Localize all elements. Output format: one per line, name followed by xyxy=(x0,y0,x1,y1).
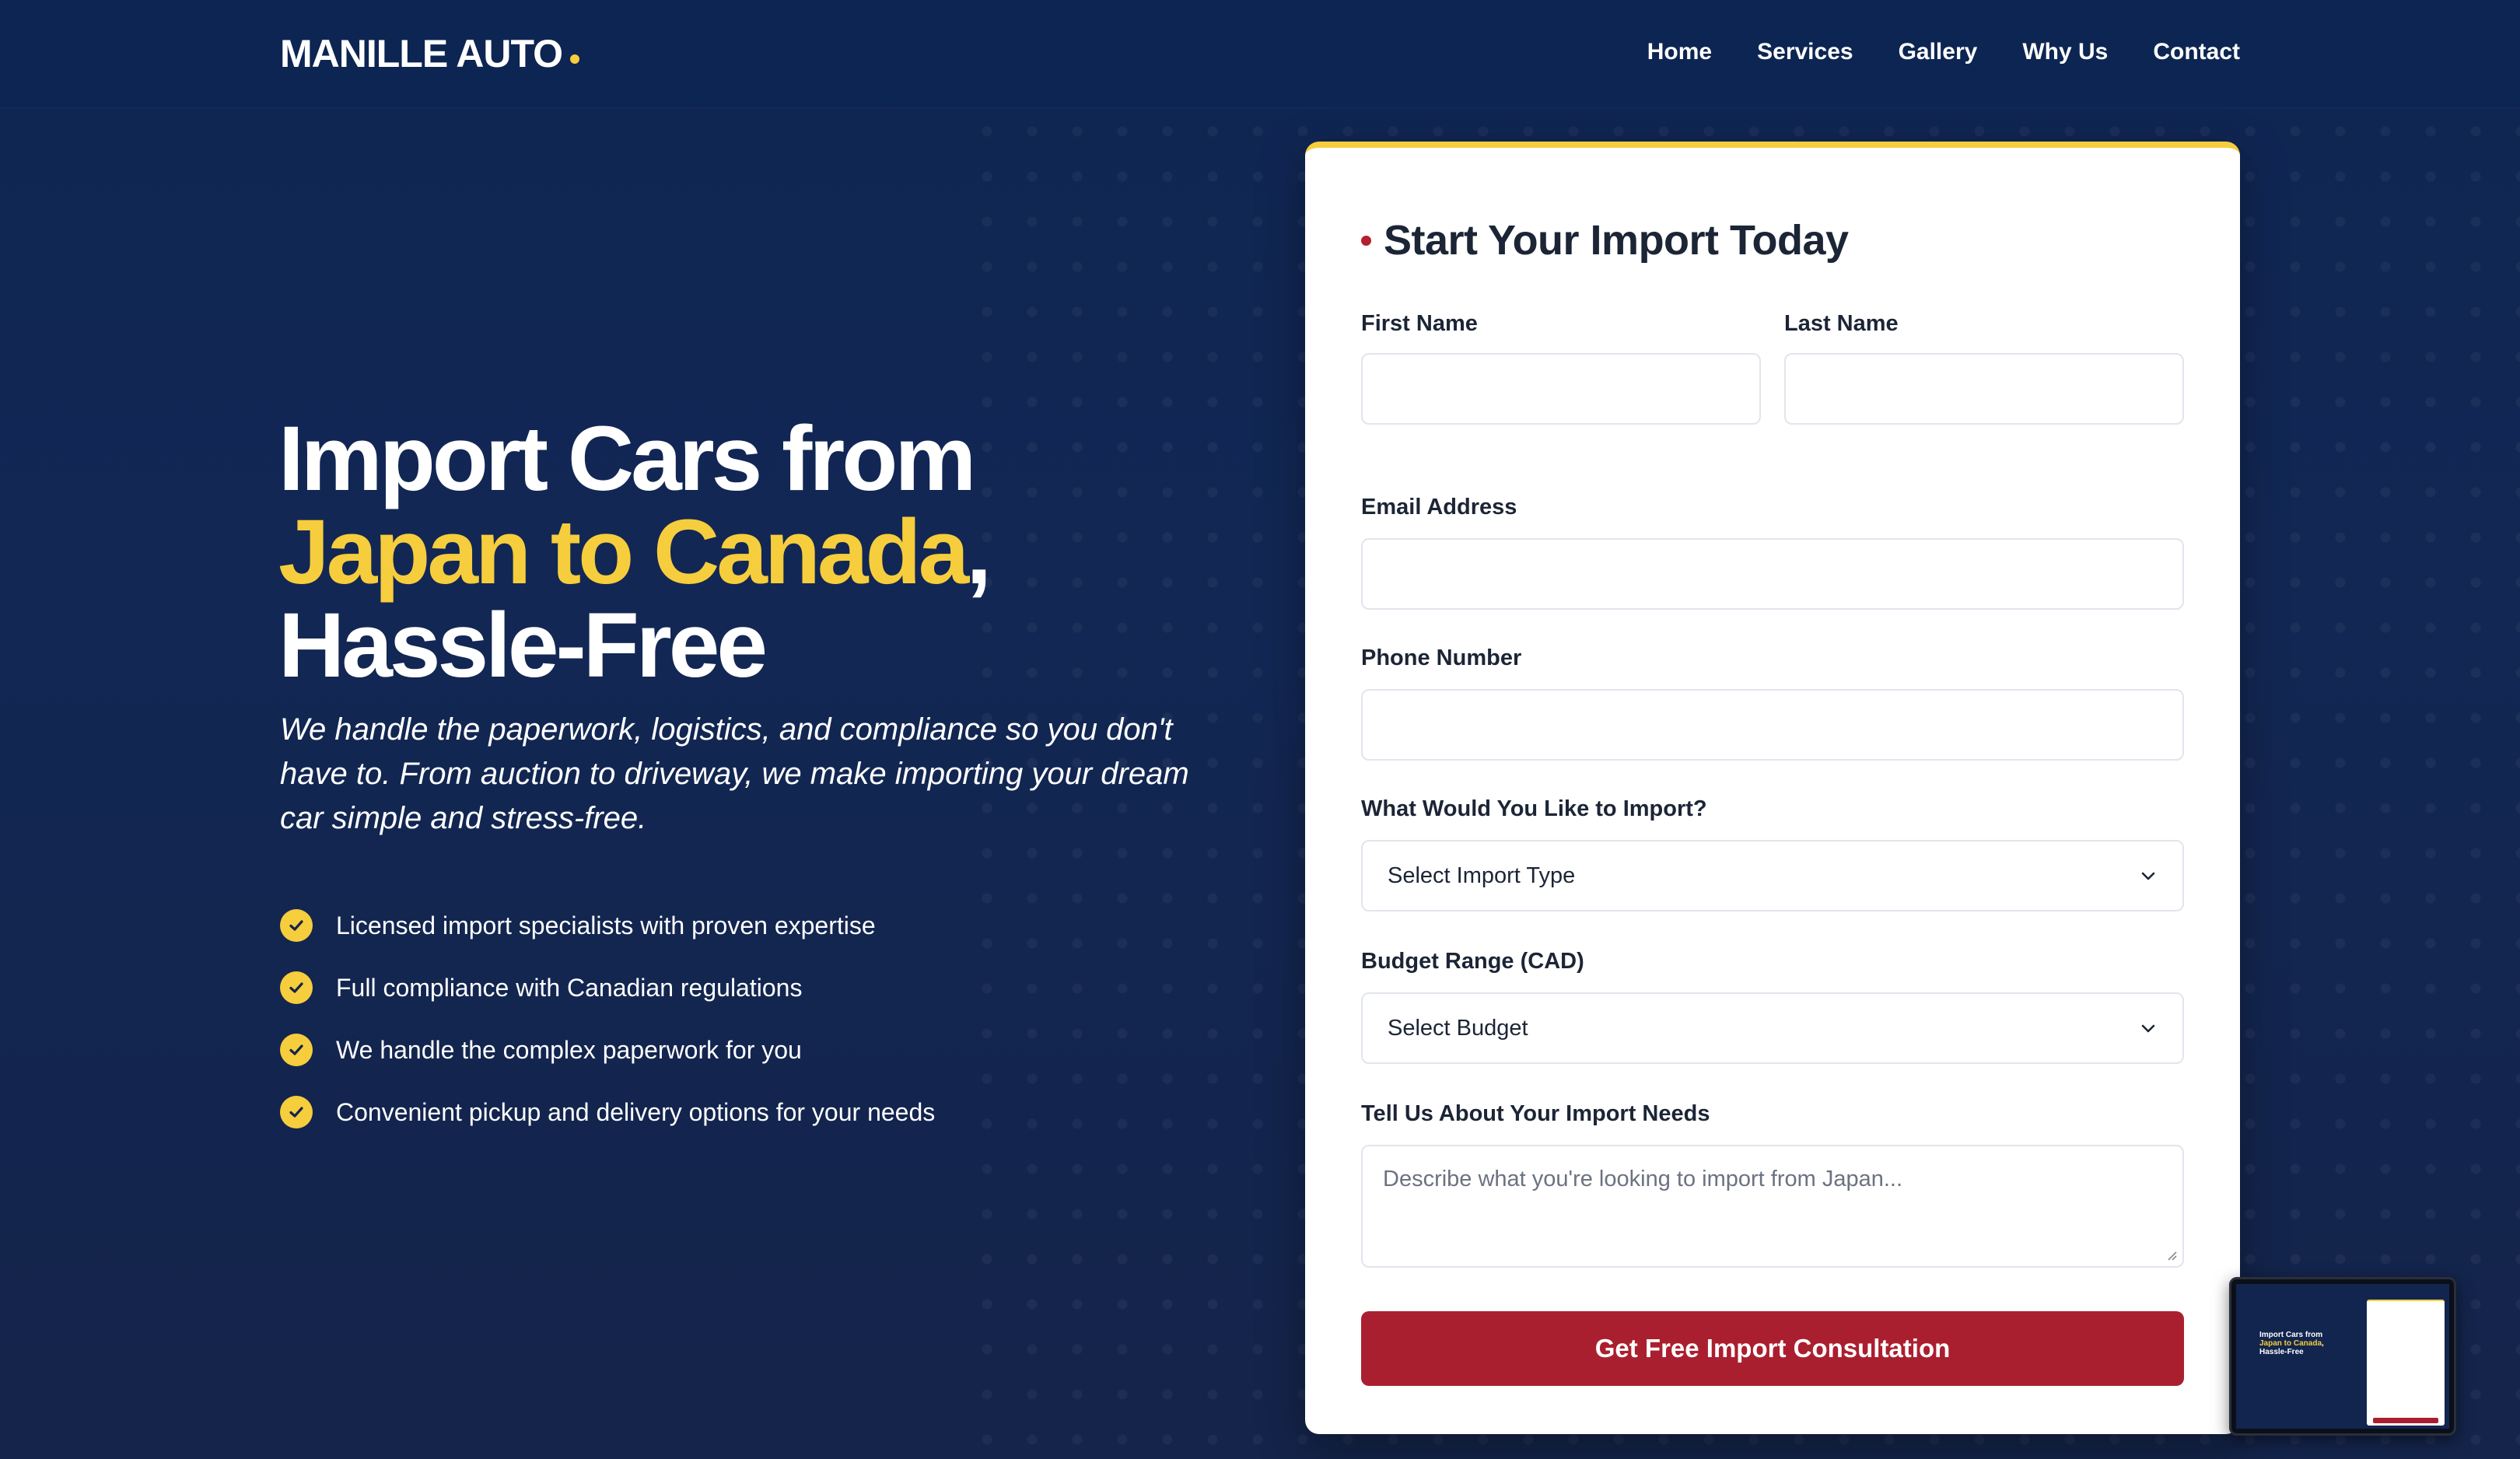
top-navbar: MANILLE AUTO Home Services Gallery Why U… xyxy=(0,0,2520,109)
feature-item: Convenient pickup and delivery options f… xyxy=(280,1081,935,1143)
import-type-select[interactable]: Select Import Type xyxy=(1361,840,2184,911)
hero-headline: Import Cars from Japan to Canada, Hassle… xyxy=(278,412,1290,692)
phone-label: Phone Number xyxy=(1361,646,1522,670)
feature-text: Licensed import specialists with proven … xyxy=(336,911,876,939)
preview-submit xyxy=(2373,1418,2438,1423)
import-type-label: What Would You Like to Import? xyxy=(1361,796,1707,821)
brand-logo[interactable]: MANILLE AUTO xyxy=(280,31,579,76)
nav-link-contact[interactable]: Contact xyxy=(2153,39,2240,65)
email-field[interactable] xyxy=(1361,538,2184,610)
preview-headline-comma: , xyxy=(2322,1339,2324,1348)
red-dot-icon xyxy=(1361,235,1371,246)
preview-headline: Import Cars from Japan to Canada, Hassle… xyxy=(2259,1331,2329,1356)
feature-item: Licensed import specialists with proven … xyxy=(280,894,935,957)
feature-text: Convenient pickup and delivery options f… xyxy=(336,1097,936,1126)
budget-value: Select Budget xyxy=(1388,1015,1528,1041)
feature-item: Full compliance with Canadian regulation… xyxy=(280,957,935,1019)
hero-subtitle: We handle the paperwork, logistics, and … xyxy=(280,712,1189,835)
chevron-down-icon xyxy=(2141,872,2155,880)
check-circle-icon xyxy=(280,909,313,942)
needs-placeholder: Describe what you're looking to import f… xyxy=(1383,1167,1903,1191)
preview-headline-line1: Import Cars from xyxy=(2259,1331,2323,1339)
nav-link-gallery[interactable]: Gallery xyxy=(1899,39,1978,65)
form-title: Start Your Import Today xyxy=(1361,216,1849,264)
phone-field[interactable] xyxy=(1361,689,2184,761)
import-form-card: Start Your Import Today First Name Last … xyxy=(1305,142,2240,1434)
preview-headline-line3: Hassle-Free xyxy=(2259,1348,2304,1356)
needs-textarea[interactable]: Describe what you're looking to import f… xyxy=(1361,1145,2184,1268)
budget-select[interactable]: Select Budget xyxy=(1361,992,2184,1064)
first-name-field[interactable] xyxy=(1361,353,1761,425)
form-title-text: Start Your Import Today xyxy=(1384,217,1849,264)
nav-link-home[interactable]: Home xyxy=(1647,39,1712,65)
main-nav: Home Services Gallery Why Us Contact xyxy=(1647,39,2240,65)
nav-link-why-us[interactable]: Why Us xyxy=(2022,39,2108,65)
feature-list: Licensed import specialists with proven … xyxy=(280,894,935,1143)
nav-link-services[interactable]: Services xyxy=(1757,39,1853,65)
needs-label: Tell Us About Your Import Needs xyxy=(1361,1101,1710,1126)
chevron-down-icon xyxy=(2141,1024,2155,1033)
last-name-label: Last Name xyxy=(1784,311,1899,336)
feature-item: We handle the complex paperwork for you xyxy=(280,1019,935,1081)
preview-form xyxy=(2367,1300,2445,1426)
page-preview-thumbnail[interactable]: Import Cars from Japan to Canada, Hassle… xyxy=(2229,1277,2456,1436)
last-name-field[interactable] xyxy=(1784,353,2184,425)
headline-highlight: Japan to Canada xyxy=(278,501,969,604)
feature-text: Full compliance with Canadian regulation… xyxy=(336,973,803,1002)
check-circle-icon xyxy=(280,1034,313,1066)
feature-text: We handle the complex paperwork for you xyxy=(336,1035,802,1064)
first-name-label: First Name xyxy=(1361,311,1478,336)
check-circle-icon xyxy=(280,971,313,1004)
headline-comma: , xyxy=(966,501,992,604)
headline-line1: Import Cars from xyxy=(278,408,976,510)
preview-headline-highlight: Japan to Canada xyxy=(2259,1339,2322,1348)
import-type-value: Select Import Type xyxy=(1388,862,1576,888)
preview-screen: Import Cars from Japan to Canada, Hassle… xyxy=(2236,1284,2449,1429)
resize-handle-icon[interactable] xyxy=(2165,1249,2178,1261)
budget-label: Budget Range (CAD) xyxy=(1361,949,1584,974)
submit-consultation-button[interactable]: Get Free Import Consultation xyxy=(1361,1311,2184,1386)
brand-name[interactable]: MANILLE AUTO xyxy=(280,31,563,76)
check-circle-icon xyxy=(280,1096,313,1128)
logo-dot-icon xyxy=(569,54,579,64)
email-label: Email Address xyxy=(1361,495,1517,520)
headline-line3: Hassle-Free xyxy=(278,594,768,697)
